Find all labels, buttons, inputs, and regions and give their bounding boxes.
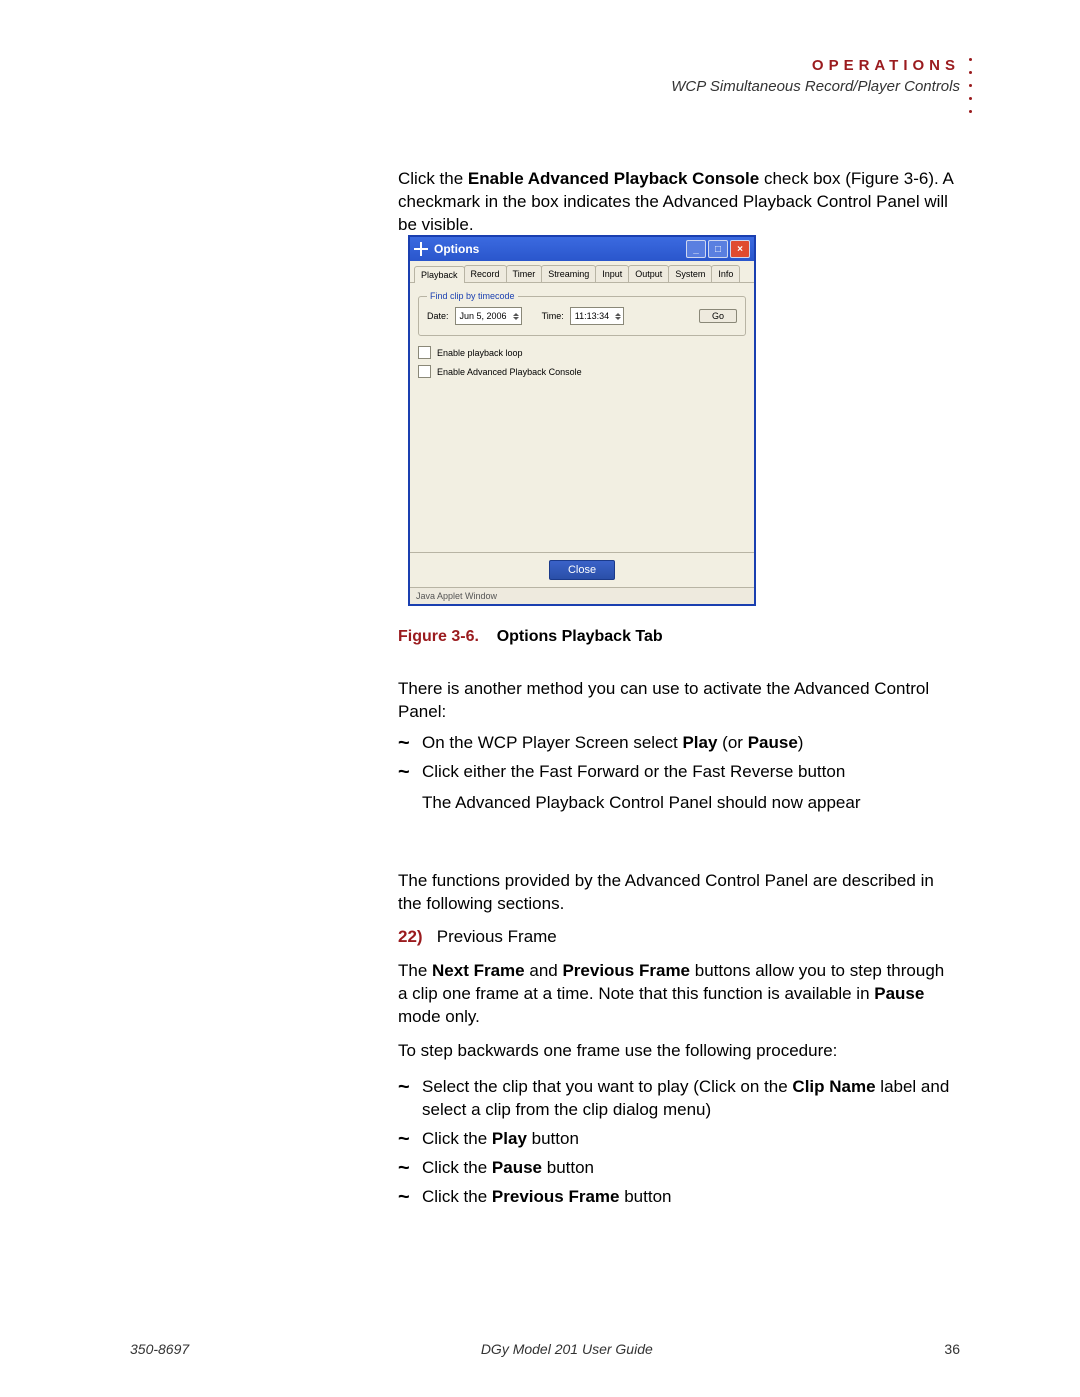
footer-right: 36 (944, 1341, 960, 1357)
page-footer: 350-8697 DGy Model 201 User Guide 36 (130, 1341, 960, 1357)
checkbox-icon[interactable] (418, 346, 431, 359)
close-window-button[interactable]: × (730, 240, 750, 258)
enable-loop-row[interactable]: Enable playback loop (418, 346, 746, 359)
find-clip-legend: Find clip by timecode (427, 291, 518, 301)
paragraph-4: The Next Frame and Previous Frame button… (398, 960, 958, 1029)
status-bar: Java Applet Window (410, 587, 754, 604)
checkbox-icon[interactable] (418, 365, 431, 378)
footer-left: 350-8697 (130, 1341, 189, 1357)
page-header: OPERATIONS WCP Simultaneous Record/Playe… (671, 55, 960, 97)
tab-system[interactable]: System (668, 265, 712, 282)
tab-info[interactable]: Info (711, 265, 740, 282)
list-item: Click either the Fast Forward or the Fas… (422, 761, 958, 815)
section-subtitle: WCP Simultaneous Record/Player Controls (671, 76, 960, 97)
figure-caption: Figure 3-6. Options Playback Tab (398, 628, 663, 646)
window-title: Options (434, 242, 479, 256)
enable-loop-label: Enable playback loop (437, 348, 523, 358)
paragraph-3: The functions provided by the Advanced C… (398, 870, 958, 916)
bullet-list-1: On the WCP Player Screen select Play (or… (398, 732, 958, 815)
paragraph-2: There is another method you can use to a… (398, 678, 958, 724)
tab-streaming[interactable]: Streaming (541, 265, 596, 282)
time-label: Time: (542, 311, 564, 321)
options-dialog-figure: Options _ □ × Playback Record Timer Stre… (408, 235, 756, 606)
footer-center: DGy Model 201 User Guide (481, 1341, 653, 1357)
date-input[interactable]: Jun 5, 2006 (455, 307, 522, 325)
tab-row: Playback Record Timer Streaming Input Ou… (410, 261, 754, 283)
enable-advanced-console-row[interactable]: Enable Advanced Playback Console (418, 365, 746, 378)
go-button[interactable]: Go (699, 309, 737, 323)
header-dots (969, 58, 972, 113)
list-item: Select the clip that you want to play (C… (422, 1076, 958, 1122)
list-item: Click the Pause button (422, 1157, 958, 1180)
date-label: Date: (427, 311, 449, 321)
bullet-list-2: Select the clip that you want to play (C… (398, 1076, 958, 1209)
tab-playback[interactable]: Playback (414, 266, 465, 283)
list-item: On the WCP Player Screen select Play (or… (422, 732, 958, 755)
tab-output[interactable]: Output (628, 265, 669, 282)
paragraph-5: To step backwards one frame use the foll… (398, 1040, 958, 1063)
tab-input[interactable]: Input (595, 265, 629, 282)
list-item: Click the Previous Frame button (422, 1186, 958, 1209)
tab-record[interactable]: Record (464, 265, 507, 282)
tab-timer[interactable]: Timer (506, 265, 543, 282)
minimize-button[interactable]: _ (686, 240, 706, 258)
maximize-button[interactable]: □ (708, 240, 728, 258)
paragraph-intro: Click the Enable Advanced Playback Conso… (398, 168, 958, 237)
time-input[interactable]: 11:13:34 (570, 307, 624, 325)
step-22: 22) Previous Frame (398, 926, 958, 949)
close-button[interactable]: Close (549, 560, 615, 580)
window-titlebar[interactable]: Options _ □ × (410, 237, 754, 261)
enable-advanced-console-label: Enable Advanced Playback Console (437, 367, 582, 377)
app-icon (414, 242, 428, 256)
find-clip-fieldset: Find clip by timecode Date: Jun 5, 2006 … (418, 291, 746, 336)
list-item: Click the Play button (422, 1128, 958, 1151)
section-title: OPERATIONS (671, 55, 960, 76)
